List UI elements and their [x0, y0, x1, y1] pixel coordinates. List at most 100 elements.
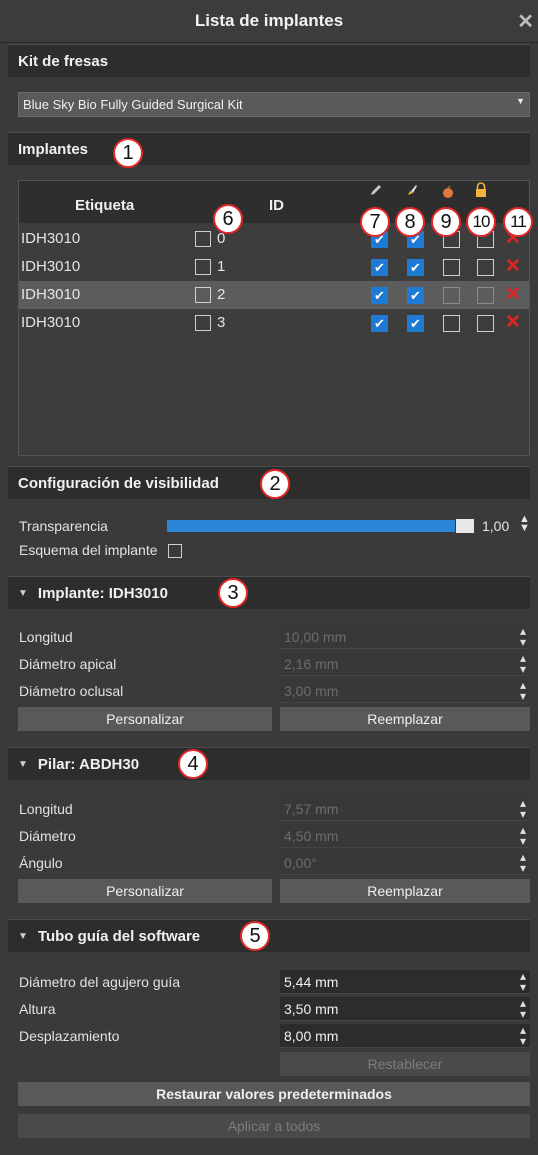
lock-checkbox[interactable] — [477, 315, 494, 332]
spin-arrows-icon[interactable]: ▲ ▼ — [519, 514, 530, 534]
spin-arrows-icon[interactable]: ▴ ▾ — [520, 1024, 526, 1047]
callout-4: 4 — [178, 749, 208, 779]
window-title: Lista de implantes — [194, 11, 344, 30]
brush-icon — [405, 183, 419, 200]
row-id: 2 — [217, 286, 226, 303]
occlusal-diameter-value: 3,00 mm — [284, 683, 339, 699]
brush-checkbox[interactable]: ✔ — [407, 259, 424, 276]
guide-hole-label: Diámetro del agujero guía — [19, 974, 181, 990]
spin-arrows-icon[interactable]: ▴ ▾ — [520, 851, 526, 874]
abutment-angle-field[interactable]: 0,00° ▴ ▾ — [280, 851, 530, 875]
row-label: IDH3010 — [21, 286, 81, 303]
callout-1: 1 — [113, 138, 143, 168]
lock-icon — [474, 182, 488, 201]
height-field[interactable]: 3,50 mm ▴ ▾ — [280, 997, 530, 1021]
table-row[interactable]: IDH3010 1 ✔ ✔ ✕ — [19, 253, 529, 281]
lock-checkbox[interactable] — [477, 287, 494, 304]
column-label-header[interactable]: Etiqueta — [75, 197, 134, 214]
implant-replace-button[interactable]: Reemplazar — [280, 707, 530, 731]
abutment-replace-button[interactable]: Reemplazar — [280, 879, 530, 903]
collapse-triangle-icon[interactable]: ▼ — [18, 588, 28, 599]
col9-checkbox[interactable] — [443, 315, 460, 332]
apical-diameter-label: Diámetro apical — [19, 656, 117, 672]
spin-arrows-icon[interactable]: ▴ ▾ — [520, 797, 526, 820]
reset-button[interactable]: Restablecer — [280, 1052, 530, 1076]
collapse-triangle-icon[interactable]: ▼ — [18, 759, 28, 770]
visible-checkbox[interactable]: ✔ — [371, 315, 388, 332]
row-id-checkbox[interactable] — [195, 287, 211, 303]
abutment-header[interactable]: ▼ Pilar: ABDH30 — [8, 747, 530, 780]
table-row[interactable]: IDH3010 3 ✔ ✔ ✕ — [19, 309, 529, 337]
apply-all-button[interactable]: Aplicar a todos — [18, 1114, 530, 1138]
callout-6: 6 — [213, 204, 243, 234]
callout-8: 8 — [395, 207, 425, 237]
height-value: 3,50 mm — [284, 1001, 339, 1017]
delete-icon[interactable]: ✕ — [505, 255, 521, 278]
visible-checkbox[interactable]: ✔ — [371, 259, 388, 276]
abutment-angle-label: Ángulo — [19, 855, 63, 871]
implant-length-label: Longitud — [19, 629, 73, 645]
collapse-triangle-icon[interactable]: ▼ — [18, 931, 28, 942]
transparency-slider-handle[interactable] — [456, 519, 474, 533]
outline-checkbox[interactable] — [168, 544, 182, 558]
row-id: 1 — [217, 258, 226, 275]
spin-arrows-icon[interactable]: ▴ ▾ — [520, 997, 526, 1020]
row-id: 3 — [217, 314, 226, 331]
transparency-slider-track[interactable] — [167, 520, 455, 532]
implants-title: Implantes — [18, 141, 89, 158]
row-id-checkbox[interactable] — [195, 259, 211, 275]
brush-checkbox[interactable]: ✔ — [407, 315, 424, 332]
abutment-title: Pilar: ABDH30 — [37, 756, 140, 773]
spin-arrows-icon[interactable]: ▴ ▾ — [520, 625, 526, 648]
apple-icon — [441, 185, 455, 202]
callout-7: 7 — [360, 207, 390, 237]
implant-detail-title: Implante: IDH3010 — [37, 585, 168, 602]
callout-5: 5 — [240, 921, 270, 951]
column-id-header[interactable]: ID — [269, 197, 284, 214]
abutment-length-value: 7,57 mm — [284, 801, 339, 817]
implants-header: Implantes — [8, 132, 530, 165]
callout-3: 3 — [218, 578, 248, 608]
callout-11: 11 — [503, 207, 533, 237]
spin-arrows-icon[interactable]: ▴ ▾ — [520, 679, 526, 702]
table-row-selected[interactable]: IDH3010 2 ✔ ✔ ✕ — [19, 281, 529, 309]
drill-kit-title: Kit de fresas — [18, 53, 109, 70]
drill-kit-select[interactable]: Blue Sky Bio Fully Guided Surgical Kit ▼ — [18, 92, 530, 117]
occlusal-diameter-label: Diámetro oclusal — [19, 683, 124, 699]
abutment-length-field[interactable]: 7,57 mm ▴ ▾ — [280, 797, 530, 821]
occlusal-diameter-field[interactable]: 3,00 mm ▴ ▾ — [280, 679, 530, 703]
row-label: IDH3010 — [21, 230, 81, 247]
row-id-checkbox[interactable] — [195, 315, 211, 331]
drill-kit-header: Kit de fresas — [8, 44, 530, 77]
col9-checkbox[interactable] — [443, 259, 460, 276]
abutment-length-label: Longitud — [19, 801, 73, 817]
implant-customize-button[interactable]: Personalizar — [18, 707, 272, 731]
delete-icon[interactable]: ✕ — [505, 283, 521, 306]
visible-checkbox[interactable]: ✔ — [371, 287, 388, 304]
callout-10: 10 — [466, 207, 496, 237]
offset-field[interactable]: 8,00 mm ▴ ▾ — [280, 1024, 530, 1048]
lock-checkbox[interactable] — [477, 259, 494, 276]
abutment-diameter-value: 4,50 mm — [284, 828, 339, 844]
implant-detail-header[interactable]: ▼ Implante: IDH3010 — [8, 576, 530, 609]
guide-hole-field[interactable]: 5,44 mm ▴ ▾ — [280, 970, 530, 994]
delete-icon[interactable]: ✕ — [505, 311, 521, 334]
brush-checkbox[interactable]: ✔ — [407, 287, 424, 304]
spin-arrows-icon[interactable]: ▴ ▾ — [520, 970, 526, 993]
row-label: IDH3010 — [21, 314, 81, 331]
apical-diameter-value: 2,16 mm — [284, 656, 339, 672]
close-icon[interactable]: ✕ — [517, 9, 534, 34]
apical-diameter-field[interactable]: 2,16 mm ▴ ▾ — [280, 652, 530, 676]
callout-2: 2 — [260, 469, 290, 499]
abutment-customize-button[interactable]: Personalizar — [18, 879, 272, 903]
row-label: IDH3010 — [21, 258, 81, 275]
col9-checkbox[interactable] — [443, 287, 460, 304]
abutment-diameter-field[interactable]: 4,50 mm ▴ ▾ — [280, 824, 530, 848]
restore-defaults-button[interactable]: Restaurar valores predeterminados — [18, 1082, 530, 1106]
implant-length-field[interactable]: 10,00 mm ▴ ▾ — [280, 625, 530, 649]
callout-9: 9 — [431, 207, 461, 237]
row-id-checkbox[interactable] — [195, 231, 211, 247]
spin-arrows-icon[interactable]: ▴ ▾ — [520, 824, 526, 847]
transparency-value[interactable]: 1,00 — [482, 518, 509, 534]
spin-arrows-icon[interactable]: ▴ ▾ — [520, 652, 526, 675]
